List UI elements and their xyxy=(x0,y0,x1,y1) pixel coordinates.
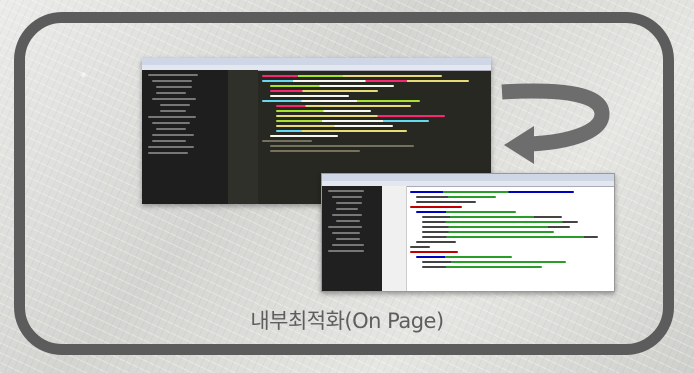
line-number-gutter xyxy=(382,186,407,291)
editor-menubar xyxy=(142,58,491,65)
editor-menubar xyxy=(322,174,614,181)
file-tree-sidebar xyxy=(322,186,382,291)
code-area xyxy=(410,188,610,289)
light-code-editor-screenshot xyxy=(321,173,615,292)
caption-text: 내부최적화(On Page) xyxy=(250,309,444,333)
line-number-gutter xyxy=(228,70,258,204)
file-tree-sidebar xyxy=(142,70,228,204)
circular-arrow-icon xyxy=(501,83,610,164)
